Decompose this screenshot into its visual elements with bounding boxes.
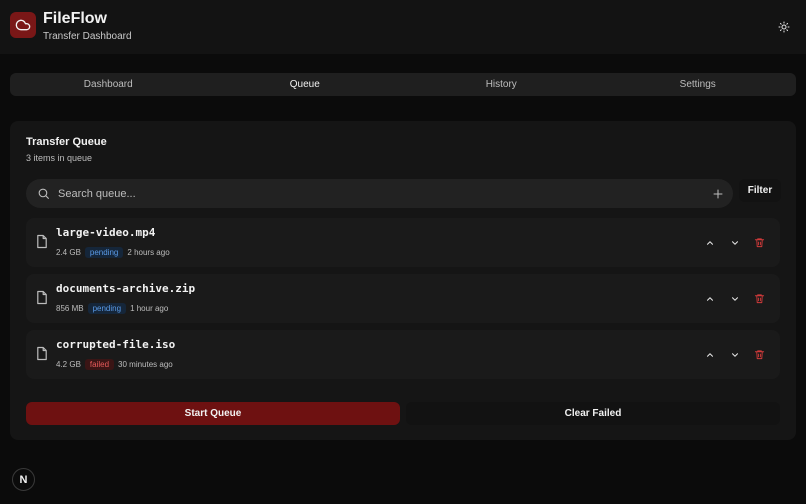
trash-icon — [754, 238, 765, 248]
cloud-icon — [15, 19, 31, 31]
file-time: 2 hours ago — [127, 247, 170, 257]
chevron-down-icon — [731, 296, 738, 301]
status-badge: failed — [84, 358, 115, 370]
chevron-up-icon — [706, 352, 713, 357]
app-header: FileFlow Transfer Dashboard — [0, 0, 806, 54]
dev-tools-badge[interactable]: N — [12, 468, 35, 491]
search-input[interactable] — [58, 183, 698, 204]
tab-history[interactable]: History — [403, 73, 600, 96]
file-meta: 856 MB pending 1 hour ago — [56, 302, 168, 314]
move-down-button[interactable] — [728, 348, 741, 361]
theme-toggle-button[interactable] — [774, 17, 794, 37]
search-icon — [38, 188, 49, 199]
chevron-up-icon — [706, 240, 713, 245]
tab-bar: Dashboard Queue History Settings — [10, 73, 796, 96]
chevron-down-icon — [731, 240, 738, 245]
file-meta: 4.2 GB failed 30 minutes ago — [56, 358, 173, 370]
queue-count: 3 items in queue — [26, 153, 93, 163]
delete-button[interactable] — [753, 292, 766, 305]
queue-item: corrupted-file.iso 4.2 GB failed 30 minu… — [26, 330, 780, 379]
file-size: 856 MB — [56, 303, 84, 313]
add-item-button[interactable] — [710, 186, 725, 201]
move-down-button[interactable] — [728, 292, 741, 305]
file-name: large-video.mp4 — [56, 226, 156, 239]
file-icon — [37, 234, 47, 249]
file-time: 30 minutes ago — [118, 359, 173, 369]
file-icon — [37, 290, 47, 305]
queue-card: Transfer Queue 3 items in queue Filter l… — [10, 121, 796, 440]
plus-icon — [713, 189, 722, 198]
file-meta: 2.4 GB pending 2 hours ago — [56, 246, 170, 258]
move-up-button[interactable] — [703, 236, 716, 249]
sun-icon — [778, 21, 790, 33]
file-name: corrupted-file.iso — [56, 338, 176, 351]
move-up-button[interactable] — [703, 348, 716, 361]
move-down-button[interactable] — [728, 236, 741, 249]
status-badge: pending — [84, 246, 124, 258]
queue-title: Transfer Queue — [26, 136, 107, 148]
trash-icon — [754, 294, 765, 304]
tab-dashboard[interactable]: Dashboard — [10, 73, 207, 96]
file-icon — [37, 346, 47, 361]
search-box — [26, 179, 733, 208]
trash-icon — [754, 350, 765, 360]
file-size: 2.4 GB — [56, 247, 81, 257]
start-queue-button[interactable]: Start Queue — [26, 402, 400, 425]
tab-settings[interactable]: Settings — [600, 73, 797, 96]
clear-failed-button[interactable]: Clear Failed — [406, 402, 780, 425]
file-time: 1 hour ago — [130, 303, 169, 313]
delete-button[interactable] — [753, 236, 766, 249]
chevron-up-icon — [706, 296, 713, 301]
file-size: 4.2 GB — [56, 359, 81, 369]
app-title: FileFlow — [43, 10, 107, 27]
status-badge: pending — [87, 302, 127, 314]
delete-button[interactable] — [753, 348, 766, 361]
tab-queue[interactable]: Queue — [207, 73, 404, 96]
filter-button[interactable]: Filter — [739, 179, 781, 202]
queue-item: documents-archive.zip 856 MB pending 1 h… — [26, 274, 780, 323]
queue-item: large-video.mp4 2.4 GB pending 2 hours a… — [26, 218, 780, 267]
file-name: documents-archive.zip — [56, 282, 196, 295]
app-logo — [10, 12, 36, 38]
chevron-down-icon — [731, 352, 738, 357]
move-up-button[interactable] — [703, 292, 716, 305]
app-subtitle: Transfer Dashboard — [43, 31, 132, 42]
